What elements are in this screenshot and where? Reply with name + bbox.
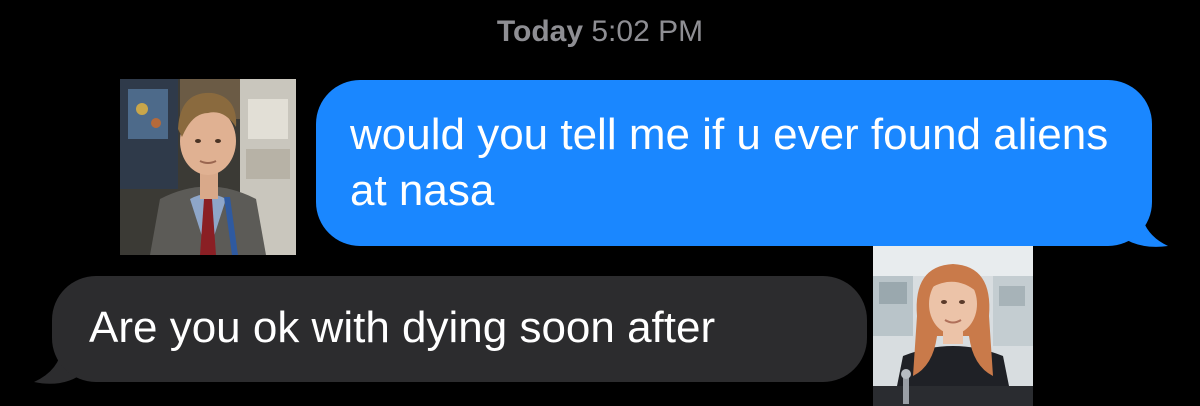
sent-message-text: would you tell me if u ever found aliens… xyxy=(350,110,1109,215)
received-message-text: Are you ok with dying soon after xyxy=(89,303,716,352)
sticker-image-man[interactable] xyxy=(120,79,296,255)
sticker-image-woman[interactable] xyxy=(873,246,1033,406)
received-message-bubble[interactable]: Are you ok with dying soon after xyxy=(52,276,867,382)
timestamp-time: 5:02 PM xyxy=(591,15,704,48)
message-timestamp: Today 5:02 PM xyxy=(0,14,1200,50)
timestamp-day: Today xyxy=(496,15,584,48)
sent-message-bubble[interactable]: would you tell me if u ever found aliens… xyxy=(316,80,1152,246)
